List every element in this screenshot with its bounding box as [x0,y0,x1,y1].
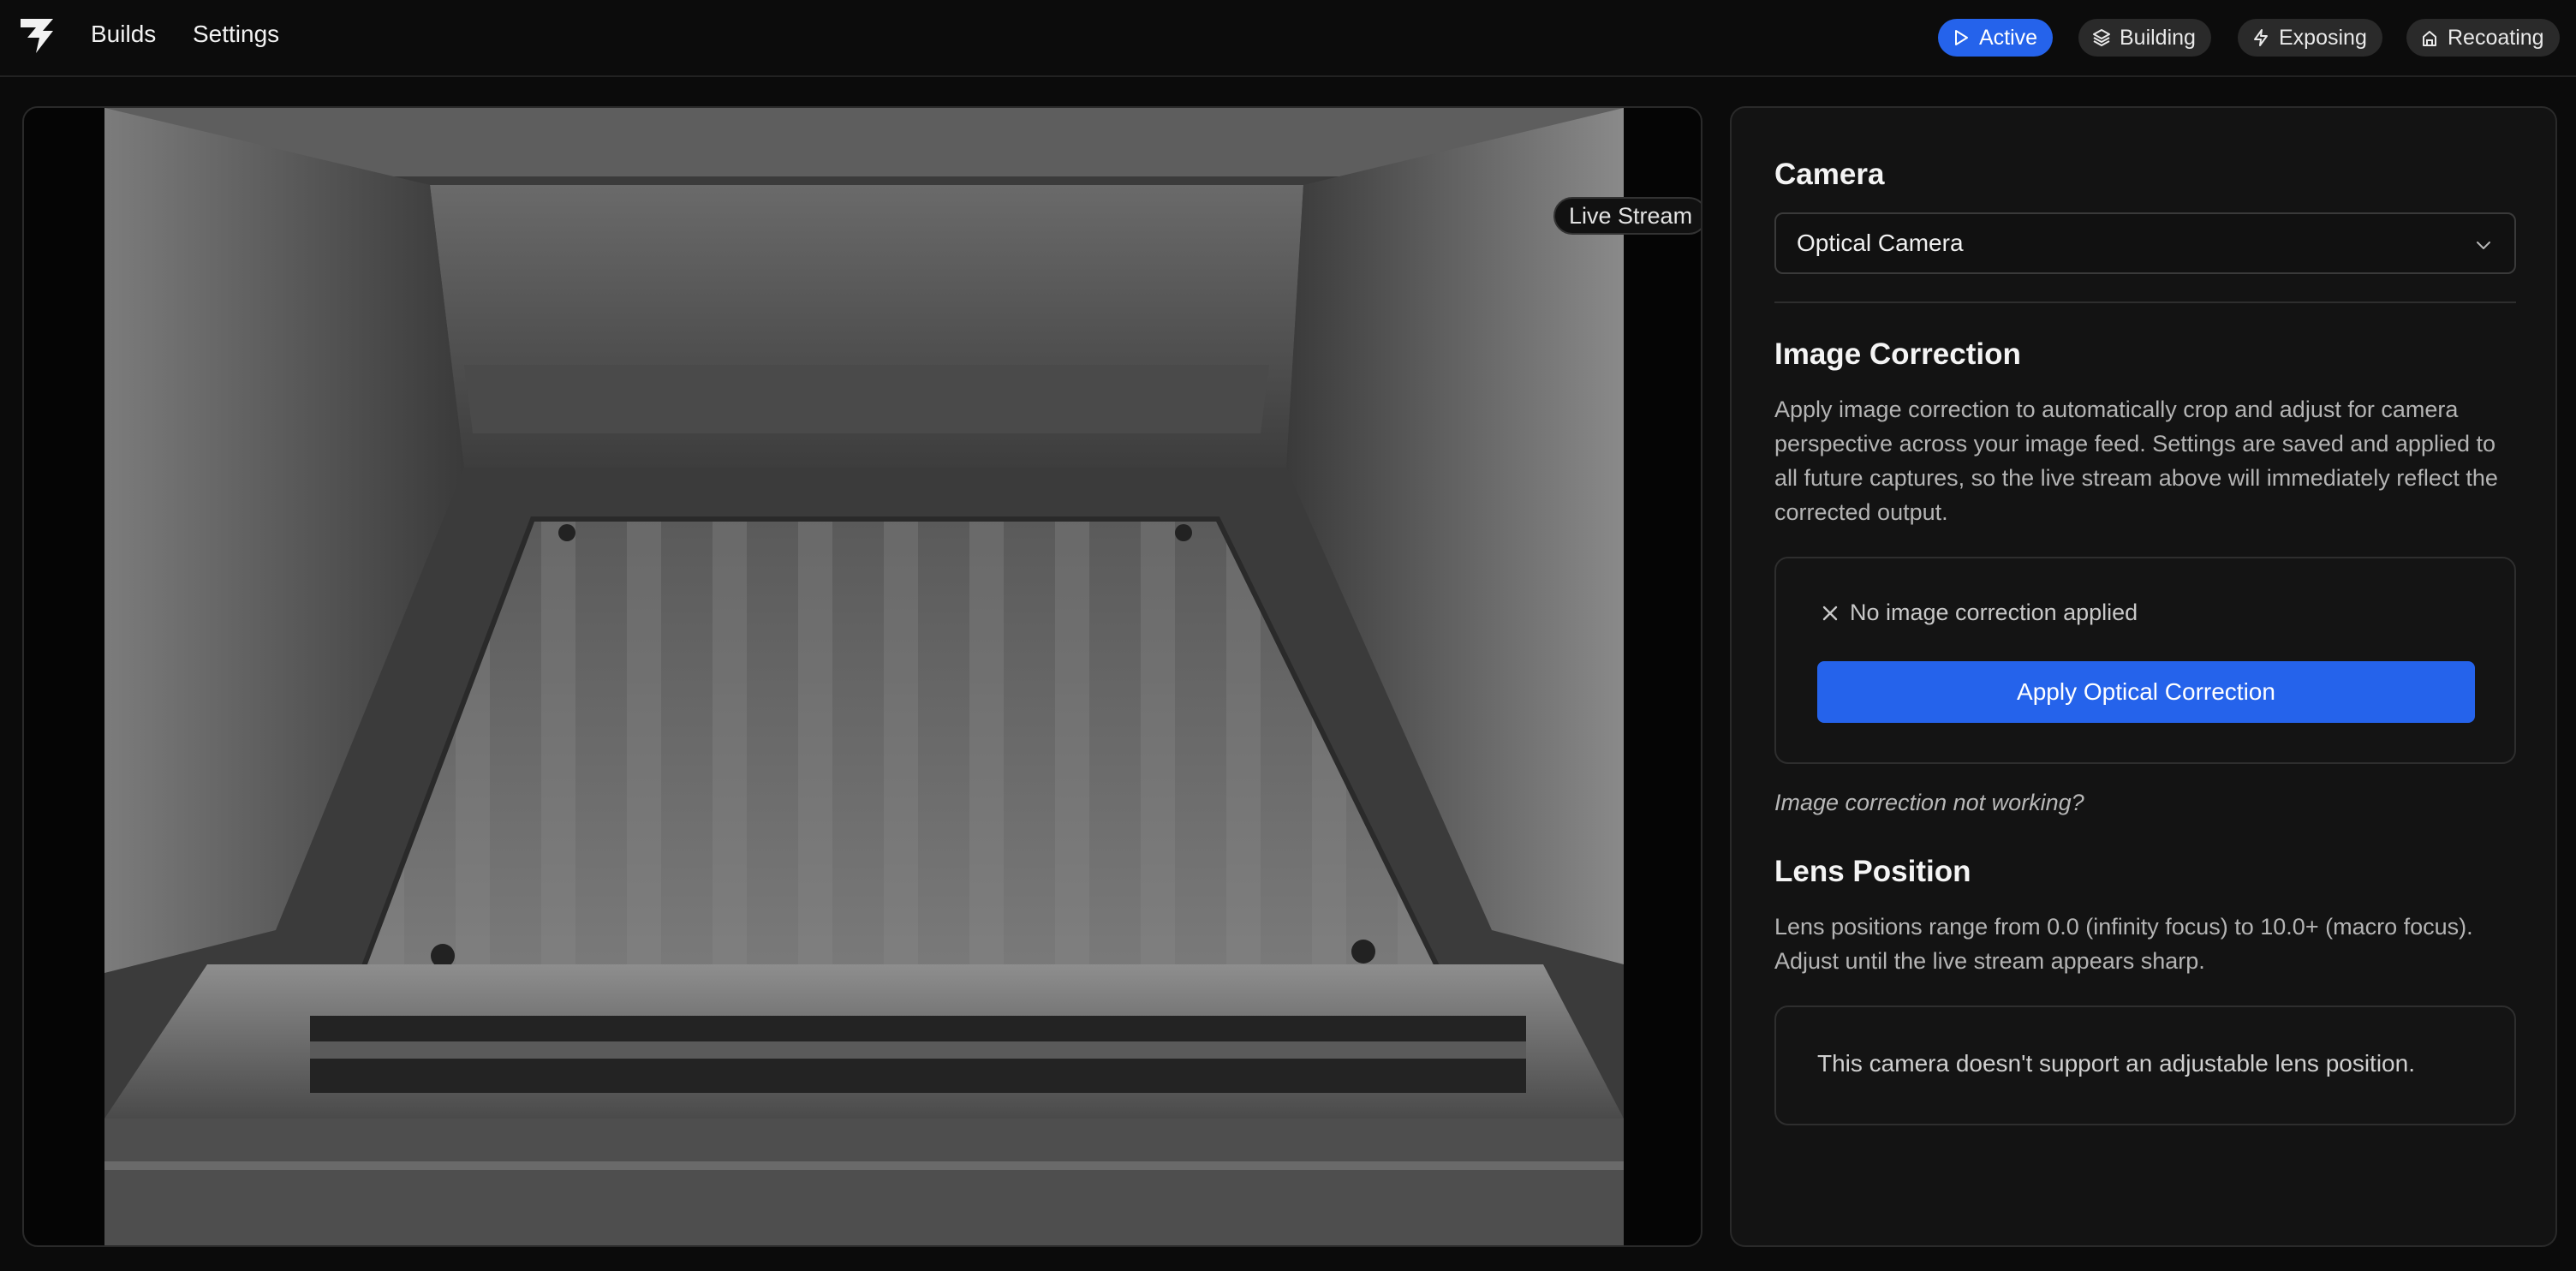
camera-select-value: Optical Camera [1797,230,1964,256]
status-pill-label: Building [2120,25,2196,50]
image-correction-help-link[interactable]: Image correction not working? [1774,790,2084,816]
live-stream-badge: Live Stream [1553,197,1701,235]
lens-position-message: This camera doesn't support an adjustabl… [1817,1050,2415,1077]
image-correction-card: No image correction applied Apply Optica… [1774,557,2516,764]
status-pill-label: Exposing [2279,25,2367,50]
play-icon [1955,30,1968,45]
lightning-icon [2254,29,2268,46]
brand-logo-icon[interactable] [17,15,57,57]
lens-position-heading: Lens Position [1774,855,1971,888]
camera-settings-panel: Camera Optical Camera Image Correction A… [1730,106,2557,1247]
live-stream-image [104,108,1624,1245]
image-correction-description: Apply image correction to automatically … [1774,397,2498,525]
layers-icon [2093,29,2110,46]
lens-position-description: Lens positions range from 0.0 (infinity … [1774,914,2473,974]
live-stream-panel: Live Stream [22,106,1702,1247]
image-correction-heading: Image Correction [1774,337,2021,371]
nav-builds-link[interactable]: Builds [91,21,156,48]
camera-heading: Camera [1774,158,1885,191]
camera-select[interactable]: Optical Camera [1774,212,2516,274]
nav-settings-link[interactable]: Settings [193,21,279,48]
image-correction-status: No image correction applied [1821,600,2138,626]
image-correction-status-text: No image correction applied [1850,600,2138,625]
recoater-icon [2423,31,2436,46]
status-pill-exposing[interactable]: Exposing [2238,19,2382,57]
status-pill-recoating[interactable]: Recoating [2406,19,2560,57]
apply-optical-correction-button[interactable]: Apply Optical Correction [1817,661,2475,723]
chevron-down-icon [2477,242,2490,249]
status-pill-building[interactable]: Building [2078,19,2211,57]
section-divider [1774,301,2516,303]
status-pill-label: Recoating [2448,25,2544,50]
x-icon [1822,606,1838,620]
status-pill-active[interactable]: Active [1938,19,2054,57]
top-bar: Builds Settings Active Building Exposing… [0,0,2576,77]
status-pill-label: Active [1979,25,2038,50]
lens-position-card: This camera doesn't support an adjustabl… [1774,1005,2516,1125]
